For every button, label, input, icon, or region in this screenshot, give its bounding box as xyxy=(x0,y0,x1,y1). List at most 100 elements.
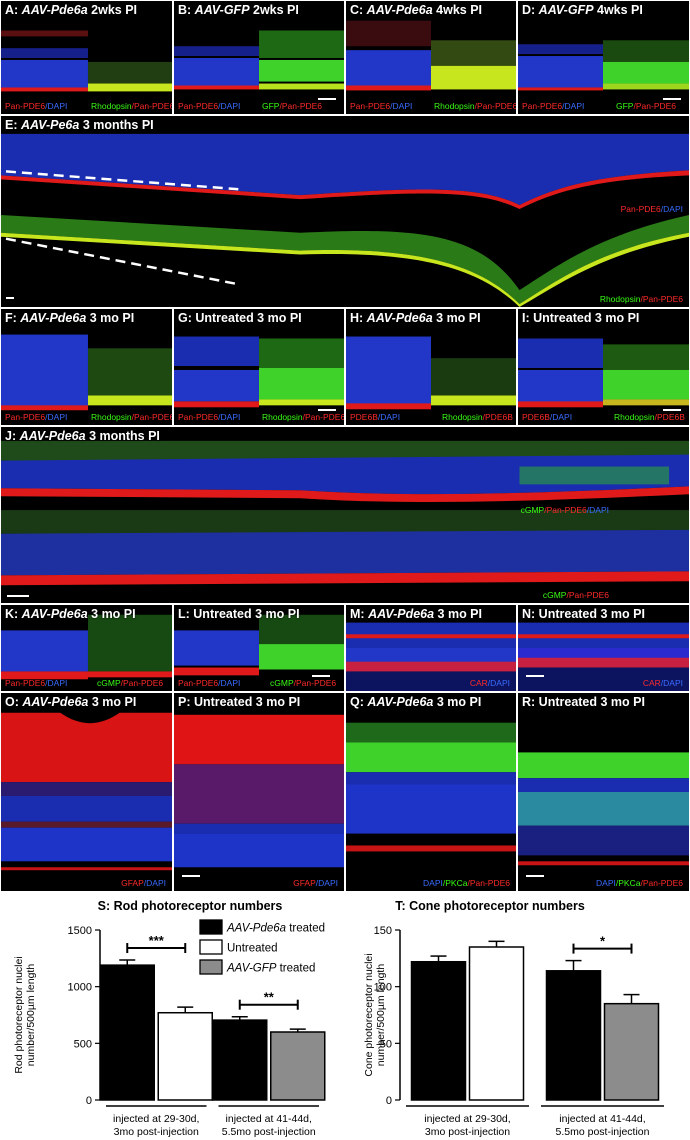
scale-bar xyxy=(6,297,14,299)
retina-image xyxy=(1,116,689,307)
stain-label: Pan-PDE6/DAPI xyxy=(5,412,68,422)
y-tick-label: 150 xyxy=(374,925,392,937)
stain-label: GFAP/DAPI xyxy=(121,878,166,888)
panel-c: C: AAV-Pde6a 4wks PI Pan-PDE6/DAPI Rhodo… xyxy=(345,0,517,115)
y-tick-label: 100 xyxy=(374,982,392,994)
stain-label: Pan-PDE6/DAPI xyxy=(178,101,241,111)
bar xyxy=(603,1002,660,1101)
panel-title: H: AAV-Pde6a 3 mo PI xyxy=(350,311,481,325)
y-axis-label: Rod photoreceptor nuclei xyxy=(13,956,25,1073)
panel-title: B: AAV-GFP 2wks PI xyxy=(178,3,299,17)
panel-l: L: Untreated 3 mo PI Pan-PDE6/DAPI cGMP/… xyxy=(173,604,345,692)
stain-label: Rhodopsin/Pan-PDE6 xyxy=(262,412,345,422)
bar xyxy=(270,1031,326,1101)
stain-label: PDE6B/DAPI xyxy=(522,412,573,422)
panel-title: G: Untreated 3 mo PI xyxy=(178,311,302,325)
retina-image xyxy=(346,309,516,425)
x-group-label: 3mo post-injection xyxy=(425,1126,510,1138)
panel-title: P: Untreated 3 mo PI xyxy=(178,695,301,709)
y-tick-label: 50 xyxy=(380,1038,392,1050)
stain-label: PDE6B/DAPI xyxy=(350,412,401,422)
x-group-label: 5.5mo post-injection xyxy=(222,1126,316,1138)
panel-n: N: Untreated 3 mo PI CAR/DAPI xyxy=(517,604,690,692)
legend-swatch xyxy=(199,959,223,975)
panel-e: E: AAV-Pe6a 3 months PI Pan-PDE6/DAPI Rh… xyxy=(0,115,690,308)
panel-f: F: AAV-Pde6a 3 mo PI Pan-PDE6/DAPI Rhodo… xyxy=(0,308,173,426)
panel-title: J: AAV-Pde6a 3 months PI xyxy=(5,429,160,443)
stain-label: Pan-PDE6/DAPI xyxy=(350,101,413,111)
panel-m: M: AAV-Pde6a 3 mo PI CAR/DAPI xyxy=(345,604,517,692)
y-axis-label: Cone photoreceptor nuclei xyxy=(363,953,375,1076)
legend-swatch xyxy=(199,919,223,935)
y-tick-label: 1500 xyxy=(68,925,92,937)
chart-title: T: Cone photoreceptor numbers xyxy=(395,899,585,913)
panel-r: R: Untreated 3 mo PI DAPI/PKCa/Pan-PDE6 xyxy=(517,692,690,892)
stain-label: CAR/DAPI xyxy=(642,678,683,688)
bar xyxy=(212,1019,268,1101)
panel-title: I: Untreated 3 mo PI xyxy=(522,311,640,325)
y-tick-label: 0 xyxy=(386,1095,392,1107)
stain-label: cGMP/Pan-PDE6 xyxy=(97,678,164,688)
stain-label: cGMP/Pan-PDE6 xyxy=(270,678,337,688)
retina-image xyxy=(174,693,344,891)
stain-label: GFAP/DAPI xyxy=(293,878,338,888)
x-group-label: injected at 29-30d, xyxy=(424,1113,510,1125)
panel-p: P: Untreated 3 mo PI GFAP/DAPI xyxy=(173,692,345,892)
panel-o: O: AAV-Pde6a 3 mo PI GFAP/DAPI xyxy=(0,692,173,892)
bar xyxy=(468,946,525,1101)
x-group-label: injected at 29-30d, xyxy=(113,1113,199,1125)
panel-j: J: AAV-Pde6a 3 months PI cGMP/Pan-PDE6/D… xyxy=(0,426,690,604)
stain-label: Rhodopsin/PDE6B xyxy=(442,412,513,422)
panel-title: O: AAV-Pde6a 3 mo PI xyxy=(5,695,137,709)
panel-title: E: AAV-Pe6a 3 months PI xyxy=(5,118,154,132)
retina-image xyxy=(518,309,689,425)
panel-a: A: AAV-Pde6a 2wks PI Pan-PDE6/DAPI Rhodo… xyxy=(0,0,173,115)
stain-label: Pan-PDE6/DAPI xyxy=(5,101,68,111)
retina-image xyxy=(346,693,516,891)
panel-b: B: AAV-GFP 2wks PI Pan-PDE6/DAPI GFP/Pan… xyxy=(173,0,345,115)
significance-marker: ** xyxy=(264,990,275,1005)
retina-image xyxy=(1,427,689,603)
stain-label: Rhodopsin/Pan-PDE6 xyxy=(599,294,683,304)
scale-bar xyxy=(318,98,336,100)
bar xyxy=(545,970,602,1101)
panel-title: N: Untreated 3 mo PI xyxy=(522,607,645,621)
stain-label: Pan-PDE6/DAPI xyxy=(522,101,585,111)
panel-title: K: AAV-Pde6a 3 mo PI xyxy=(5,607,136,621)
legend-label: Untreated xyxy=(227,943,278,955)
stain-label: Pan-PDE6/DAPI xyxy=(178,678,241,688)
y-axis-label: number/500µm length xyxy=(375,964,387,1067)
stain-label: CAR/DAPI xyxy=(469,678,510,688)
stain-label: Rhodopsin/Pan-PDE6 xyxy=(434,101,517,111)
scale-bar xyxy=(182,875,200,877)
panel-q: Q: AAV-Pde6a 3 mo PI DAPI/PKCa/Pan-PDE6 xyxy=(345,692,517,892)
y-tick-label: 0 xyxy=(86,1095,92,1107)
retina-image xyxy=(174,309,344,425)
bar xyxy=(410,960,467,1101)
scale-bar xyxy=(526,675,544,677)
stain-label: Pan-PDE6/DAPI xyxy=(620,204,683,214)
significance-marker: *** xyxy=(149,933,165,948)
stain-label: Rhodopsin/PDE6B xyxy=(614,412,685,422)
stain-label: GFP/Pan-PDE6 xyxy=(262,101,323,111)
stain-label: cGMP/Pan-PDE6 xyxy=(542,590,609,600)
panel-title: D: AAV-GFP 4wks PI xyxy=(522,3,643,17)
stain-label: DAPI/PKCa/Pan-PDE6 xyxy=(423,878,510,888)
panel-title: L: Untreated 3 mo PI xyxy=(178,607,300,621)
panel-title: C: AAV-Pde6a 4wks PI xyxy=(350,3,483,17)
stain-label: Rhodopsin/Pan-PDE6 xyxy=(91,412,173,422)
stain-label: GFP/Pan-PDE6 xyxy=(616,101,677,111)
panel-title: Q: AAV-Pde6a 3 mo PI xyxy=(350,695,482,709)
x-group-label: injected at 41-44d, xyxy=(226,1113,312,1125)
scale-bar xyxy=(663,98,681,100)
x-group-label: injected at 41-44d, xyxy=(559,1113,645,1125)
bar xyxy=(99,964,155,1101)
x-group-label: 5.5mo post-injection xyxy=(556,1126,650,1138)
scale-bar xyxy=(312,675,330,677)
scale-bar xyxy=(7,595,29,597)
panel-title: R: Untreated 3 mo PI xyxy=(522,695,645,709)
y-tick-label: 1000 xyxy=(68,982,92,994)
panel-title: A: AAV-Pde6a 2wks PI xyxy=(5,3,138,17)
retina-image xyxy=(518,693,689,891)
stain-label: Rhodopsin/Pan-PDE6 xyxy=(91,101,173,111)
